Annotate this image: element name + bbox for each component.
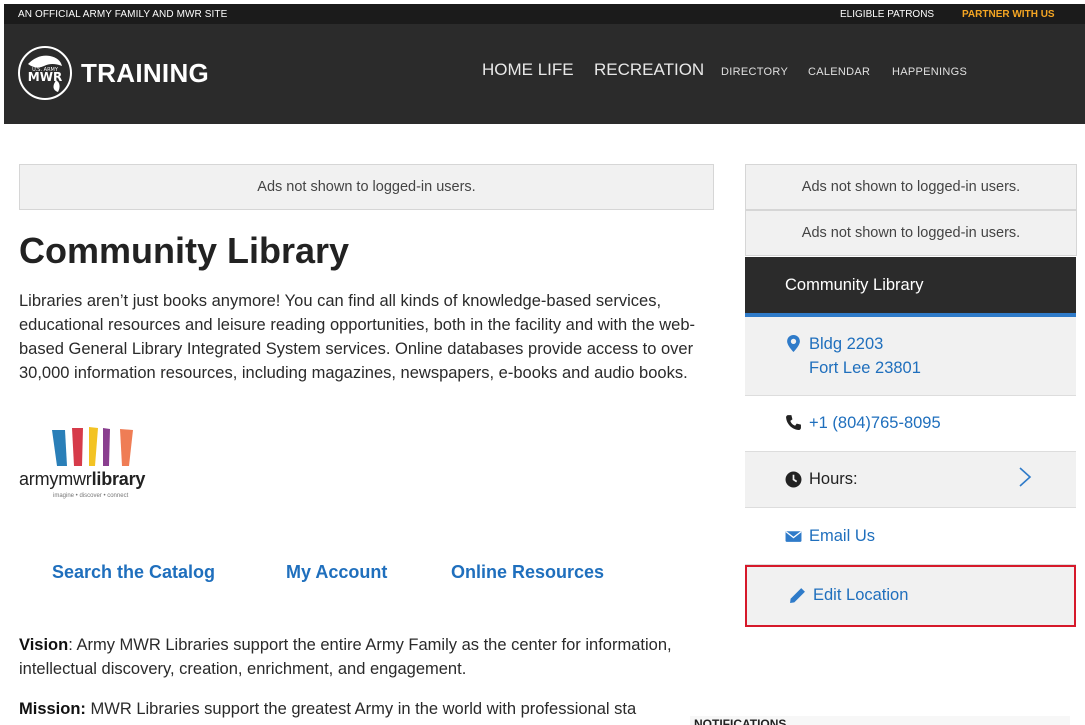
- mission-label: Mission:: [19, 700, 86, 718]
- online-resources-link[interactable]: Online Resources: [451, 562, 604, 583]
- notifications-bar[interactable]: NOTIFICATIONS: [690, 716, 1070, 725]
- utility-bar: AN OFFICIAL ARMY FAMILY AND MWR SITE ELI…: [4, 4, 1085, 24]
- site-header: U.S. ARMY MWR TRAINING HOME LIFE RECREAT…: [4, 24, 1085, 124]
- mission-paragraph: Mission: MWR Libraries support the great…: [19, 697, 709, 721]
- location-card-title: Community Library: [745, 257, 1076, 317]
- email-row: Email Us: [745, 509, 1076, 565]
- edit-location-row[interactable]: Edit Location: [745, 565, 1076, 627]
- army-mwr-globe-logo-icon[interactable]: U.S. ARMY MWR: [16, 44, 74, 102]
- logo-word-mwr: mwr: [58, 469, 92, 489]
- library-books-icon: [52, 427, 133, 466]
- nav-recreation[interactable]: RECREATION: [594, 60, 704, 80]
- phone-icon: [786, 415, 801, 430]
- eligible-patrons-link[interactable]: ELIGIBLE PATRONS: [840, 9, 934, 20]
- phone-link[interactable]: +1 (804)765-8095: [809, 414, 941, 433]
- mission-text: MWR Libraries support the greatest Army …: [85, 700, 637, 718]
- logo-word-army: army: [19, 469, 59, 489]
- chevron-right-icon[interactable]: [1018, 466, 1032, 488]
- sidebar-ad-placeholder-2: Ads not shown to logged-in users.: [745, 210, 1077, 256]
- hours-label: Hours:: [809, 470, 858, 488]
- library-logo-wordmark: armymwrlibrary: [19, 469, 145, 490]
- search-catalog-link[interactable]: Search the Catalog: [52, 562, 215, 583]
- map-marker-icon: [787, 335, 800, 352]
- envelope-icon: [785, 531, 802, 542]
- site-brand[interactable]: TRAINING: [81, 58, 209, 89]
- logo-word-library: library: [91, 469, 146, 489]
- phone-row: +1 (804)765-8095: [745, 397, 1076, 452]
- vision-label: Vision: [19, 636, 69, 654]
- page-title: Community Library: [19, 230, 350, 271]
- pencil-icon: [790, 588, 805, 603]
- nav-calendar[interactable]: CALENDAR: [808, 66, 870, 78]
- vision-paragraph: Vision: Army MWR Libraries support the e…: [19, 633, 709, 681]
- hours-row[interactable]: Hours:: [745, 452, 1076, 508]
- clock-icon: [785, 471, 802, 488]
- nav-home-life[interactable]: HOME LIFE: [482, 60, 574, 80]
- address-line-1[interactable]: Bldg 2203: [809, 335, 883, 354]
- address-row: Bldg 2203 Fort Lee 23801: [745, 317, 1076, 396]
- partner-with-us-link[interactable]: PARTNER WITH US: [962, 9, 1055, 20]
- my-account-link[interactable]: My Account: [286, 562, 387, 583]
- vision-text: : Army MWR Libraries support the entire …: [19, 636, 672, 678]
- nav-directory[interactable]: DIRECTORY: [721, 66, 788, 78]
- main-ad-placeholder: Ads not shown to logged-in users.: [19, 164, 714, 210]
- official-site-label: AN OFFICIAL ARMY FAMILY AND MWR SITE: [18, 9, 228, 20]
- library-logo-tagline: imagine • discover • connect: [53, 493, 129, 499]
- address-line-2[interactable]: Fort Lee 23801: [809, 359, 921, 378]
- sidebar-ad-placeholder-1: Ads not shown to logged-in users.: [745, 164, 1077, 210]
- army-mwr-library-logo: armymwrlibrary imagine • discover • conn…: [19, 426, 171, 506]
- nav-happenings[interactable]: HAPPENINGS: [892, 66, 967, 78]
- intro-paragraph: Libraries aren’t just books anymore! You…: [19, 292, 695, 382]
- logo-main-text: MWR: [28, 70, 62, 84]
- email-us-link[interactable]: Email Us: [809, 527, 875, 546]
- edit-location-link[interactable]: Edit Location: [813, 586, 908, 605]
